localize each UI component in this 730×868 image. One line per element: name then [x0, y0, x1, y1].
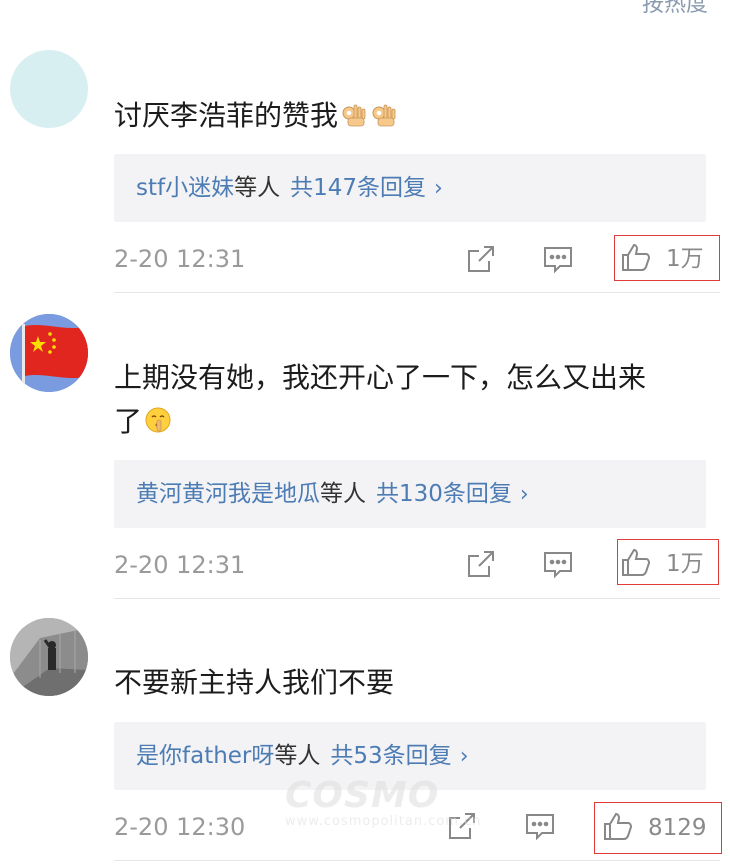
reply-suffix: 等人 — [234, 175, 281, 201]
photo-avatar-image — [10, 618, 88, 696]
reply-user-names[interactable]: 黄河黄河我是地瓜 — [136, 481, 320, 507]
thumbs-up-icon[interactable] — [602, 810, 634, 842]
chevron-right-icon: › — [519, 482, 529, 507]
like-count: 8129 — [648, 815, 707, 841]
reply-suffix: 等人 — [274, 743, 321, 769]
thumbs-up-icon[interactable] — [620, 546, 652, 578]
share-icon[interactable] — [465, 243, 497, 275]
comment-text: 讨厌李浩菲的赞我 — [114, 94, 714, 138]
avatar[interactable] — [10, 314, 88, 392]
reply-preview[interactable]: stf小迷妹等人 共147条回复 › — [114, 154, 706, 222]
flag-avatar-image — [10, 314, 88, 392]
comment-icon[interactable] — [524, 810, 556, 842]
divider — [114, 598, 720, 599]
reply-count[interactable]: 共147条回复 — [290, 175, 426, 201]
comment-text: 不要新主持人我们不要 — [114, 666, 395, 699]
ok-hand-emoji — [372, 104, 396, 127]
reply-count[interactable]: 共130条回复 — [376, 481, 512, 507]
comment-time: 2-20 12:30 — [114, 813, 246, 841]
thumbs-up-icon[interactable] — [620, 241, 652, 273]
reply-preview[interactable]: 是你father呀等人 共53条回复 › — [114, 722, 706, 790]
like-count: 1万 — [666, 551, 704, 577]
reply-count[interactable]: 共53条回复 — [330, 743, 451, 769]
avatar[interactable] — [10, 50, 88, 128]
comment-icon[interactable] — [542, 243, 574, 275]
share-icon[interactable] — [465, 548, 497, 580]
like-count: 1万 — [666, 246, 704, 272]
comment-time: 2-20 12:31 — [114, 245, 246, 273]
reply-user-names[interactable]: 是你father呀 — [136, 743, 274, 769]
reply-preview[interactable]: 黄河黄河我是地瓜等人 共130条回复 › — [114, 460, 706, 528]
avatar[interactable] — [10, 618, 88, 696]
chevron-right-icon: › — [459, 744, 469, 769]
comment-time: 2-20 12:31 — [114, 551, 246, 579]
reply-suffix: 等人 — [320, 481, 366, 507]
sort-label[interactable]: 按热度 — [642, 0, 708, 18]
chevron-right-icon: › — [434, 176, 443, 201]
divider — [114, 292, 720, 293]
divider — [114, 860, 720, 861]
comment-icon[interactable] — [542, 548, 574, 580]
ok-hand-emoji — [342, 104, 366, 127]
reply-user-names[interactable]: stf小迷妹 — [136, 175, 234, 201]
shushing-face-emoji — [145, 407, 171, 433]
share-icon[interactable] — [446, 810, 478, 842]
comment-text: 上期没有她，我还开心了一下，怎么又出来 了 — [114, 361, 647, 438]
